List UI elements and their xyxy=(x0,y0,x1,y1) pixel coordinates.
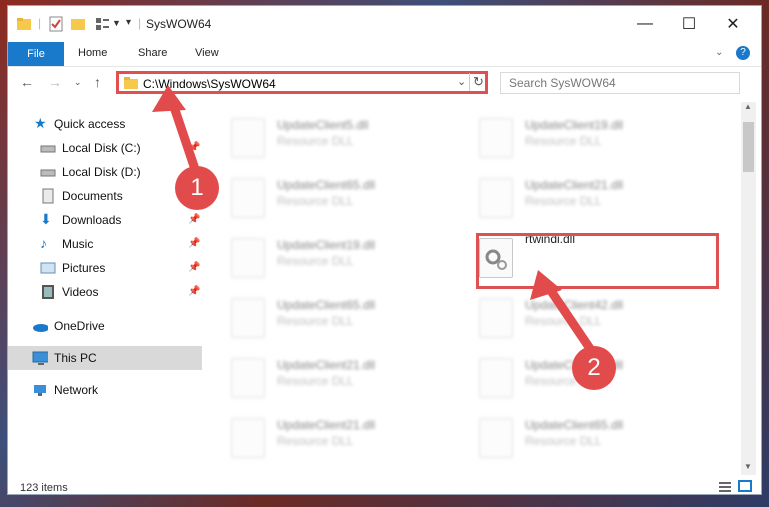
annotation-arrows xyxy=(152,85,600,361)
arrow-2 xyxy=(540,277,600,361)
annotation-badge-2: 2 xyxy=(572,346,616,390)
arrow-1-head xyxy=(152,85,186,112)
annotation-badge-1: 1 xyxy=(175,166,219,210)
